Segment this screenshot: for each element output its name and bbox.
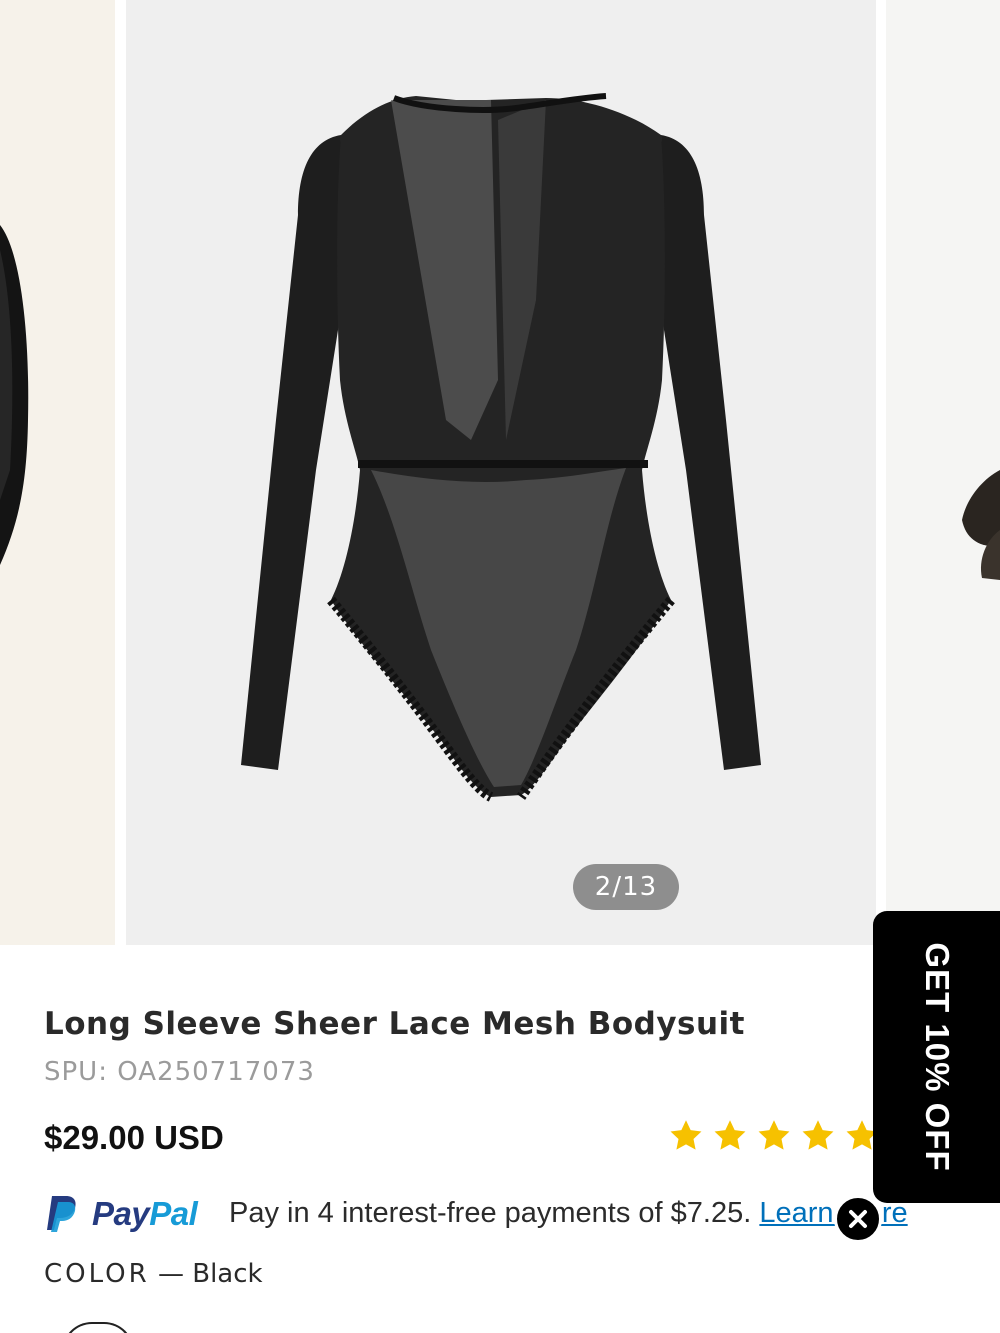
paypal-word-pal: Pal <box>149 1195 198 1232</box>
paypal-message: Pay in 4 interest-free payments of $7.25… <box>229 1197 908 1230</box>
product-price: $29.00 USD <box>44 1119 224 1156</box>
paypal-wordmark: PayPal <box>92 1195 198 1233</box>
next-product-image <box>886 0 1000 945</box>
color-separator: — <box>157 1259 184 1289</box>
carousel-main-slide[interactable]: 2/13 <box>126 0 876 945</box>
color-label: COLOR <box>44 1259 150 1289</box>
paypal-logo-icon <box>47 1196 76 1232</box>
star-icon <box>802 1120 834 1150</box>
paypal-message-text: Pay in 4 interest-free payments of $7.25… <box>229 1197 752 1229</box>
star-icon <box>714 1120 746 1150</box>
product-title: Long Sleeve Sheer Lace Mesh Bodysuit <box>44 1006 745 1042</box>
color-swatch-black[interactable] <box>62 1322 134 1333</box>
carousel-prev-slide[interactable] <box>0 0 115 945</box>
paypal-word-pay: Pay <box>92 1195 150 1232</box>
discount-promo-tab[interactable]: GET 10% OFF <box>873 911 1000 1203</box>
rating-stars[interactable] <box>668 1118 880 1154</box>
star-icon <box>670 1120 702 1150</box>
star-icon <box>758 1120 790 1150</box>
paypal-pay-in-4-banner: PayPal Pay in 4 interest-free payments o… <box>44 1192 964 1236</box>
carousel-next-slide[interactable] <box>886 0 1000 945</box>
close-icon <box>849 1210 867 1228</box>
promo-close-button[interactable] <box>834 1195 882 1243</box>
product-image-carousel[interactable]: 2/13 <box>0 0 1000 945</box>
prev-product-image <box>0 0 115 945</box>
product-image <box>126 0 876 945</box>
image-counter: 2/13 <box>573 864 679 910</box>
color-value: Black <box>192 1259 263 1289</box>
promo-text: GET 10% OFF <box>918 942 956 1172</box>
product-spu: SPU: OA250717073 <box>44 1057 315 1087</box>
color-selector-label: COLOR — Black <box>44 1259 263 1289</box>
